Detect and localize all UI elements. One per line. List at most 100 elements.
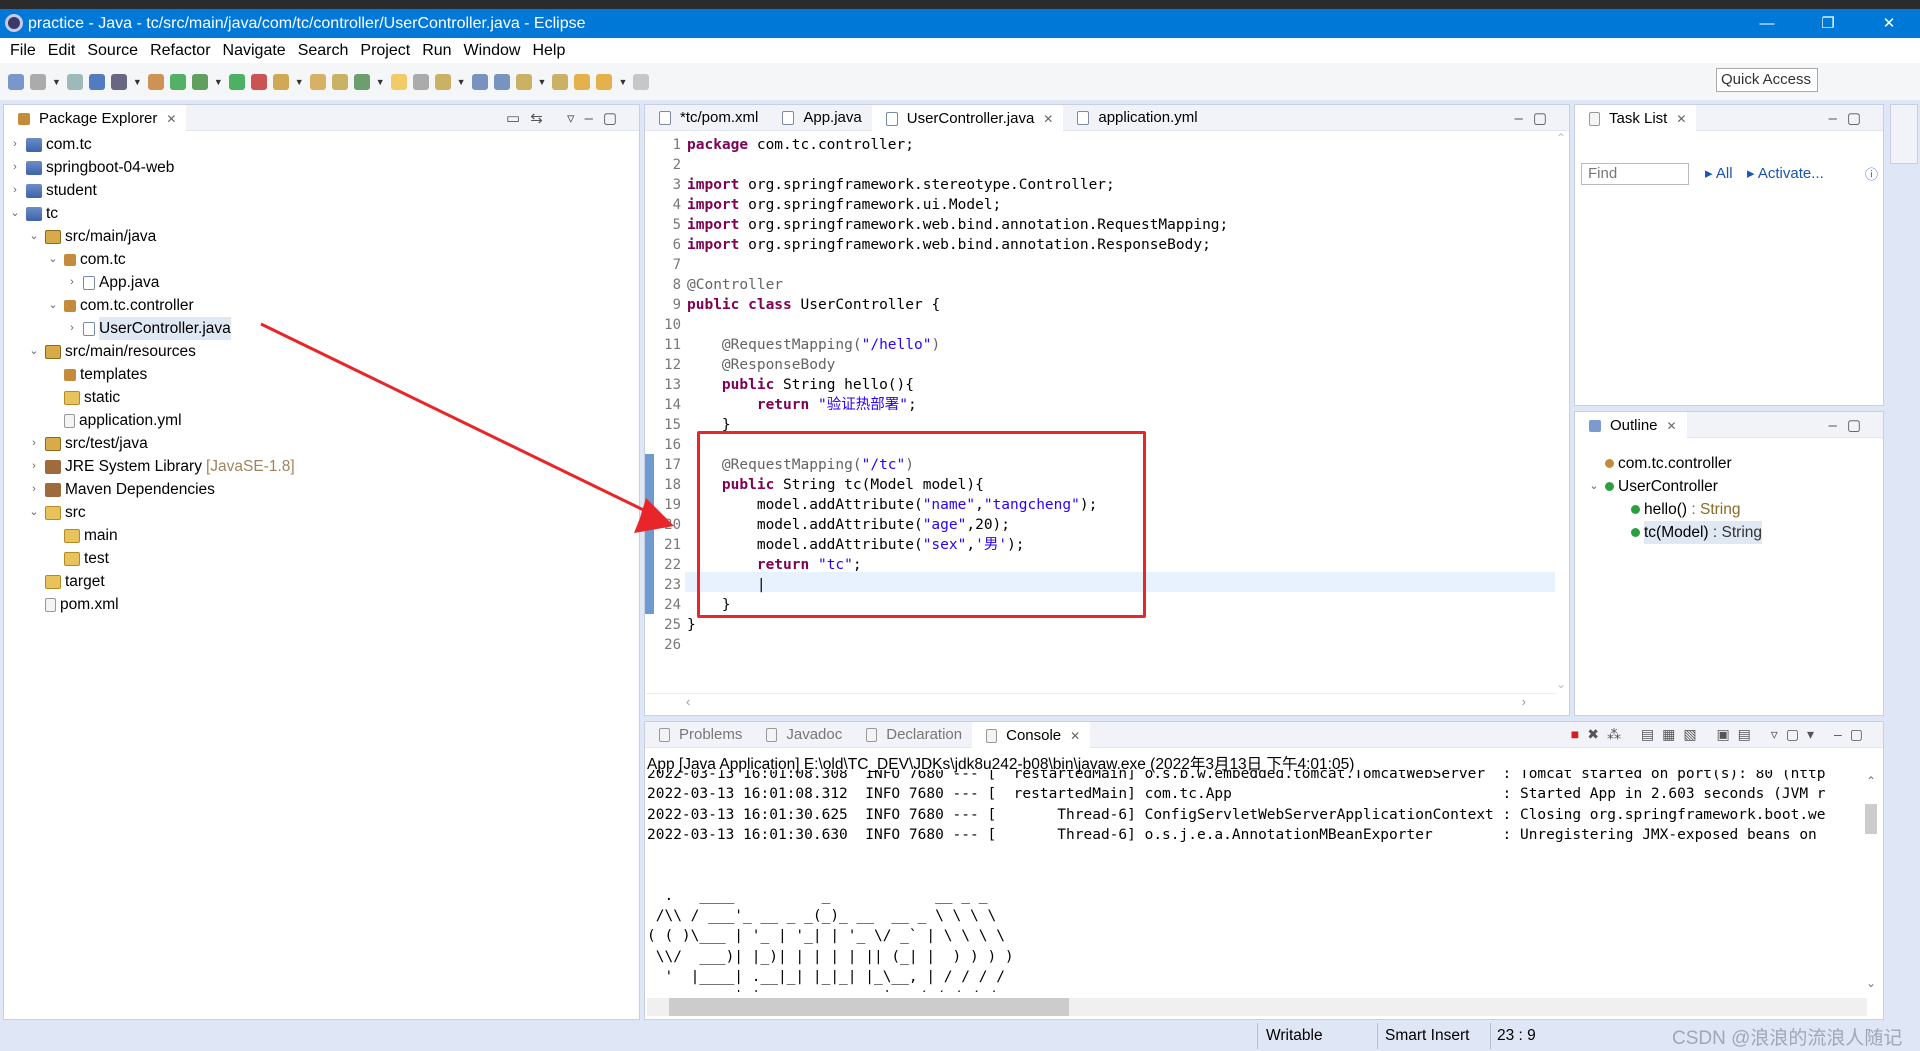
toolbar-button-icon[interactable] [390, 73, 407, 90]
expand-icon[interactable]: › [65, 317, 79, 340]
tree-item[interactable]: ⌄ src/main/java [27, 225, 156, 248]
toolbar-button-icon[interactable] [331, 73, 348, 90]
minimize-button[interactable]: — [1744, 9, 1790, 38]
expand-icon[interactable]: › [8, 156, 22, 179]
tab-outline[interactable]: Outline ✕ [1575, 411, 1687, 439]
right-trim-stack[interactable] [1890, 104, 1918, 164]
panel-controls[interactable]: –▢ [1828, 109, 1871, 127]
toolbar-button-icon[interactable] [88, 73, 105, 90]
outline-item[interactable]: hello() : String [1613, 498, 1741, 521]
tree-item[interactable]: › Maven Dependencies [27, 478, 215, 501]
menu-search[interactable]: Search [292, 38, 355, 63]
tree-item[interactable]: › springboot-04-web [8, 156, 174, 179]
expand-icon[interactable]: › [27, 455, 41, 478]
editor-controls[interactable]: –▢ [1514, 109, 1557, 127]
outline-item[interactable]: com.tc.controller [1587, 452, 1732, 475]
menu-file[interactable]: File [4, 38, 42, 63]
console-toolbar[interactable]: ■✖⁂ ▤▦▧ ▣▤ ▿▢▾ –▢ [1571, 726, 1871, 743]
close-icon[interactable]: ✕ [1043, 106, 1053, 132]
close-icon[interactable]: ✕ [166, 106, 176, 132]
help-icon[interactable]: ⓘ [1865, 164, 1878, 183]
tree-item[interactable]: ⌄ com.tc.controller [46, 294, 193, 317]
collapse-icon[interactable]: ⌄ [8, 202, 22, 225]
horizontal-scrollbar[interactable]: ‹ › [646, 693, 1556, 713]
editor-tab[interactable]: App.java [768, 105, 871, 131]
toolbar-button-icon[interactable] [309, 73, 326, 90]
quick-access-input[interactable]: Quick Access [1716, 68, 1818, 92]
tree-item[interactable]: › App.java [65, 271, 159, 294]
toolbar-button-icon[interactable] [110, 73, 127, 90]
menu-project[interactable]: Project [354, 38, 416, 63]
menu-refactor[interactable]: Refactor [144, 38, 216, 63]
menu-navigate[interactable]: Navigate [217, 38, 292, 63]
console-output[interactable]: 2022-03-13 16:01:08.308 INFO 7680 --- [ … [645, 770, 1865, 992]
dropdown-arrow-icon[interactable]: ▼ [52, 77, 61, 87]
panel-controls[interactable]: –▢ [1828, 416, 1871, 434]
tree-item[interactable]: ⌄ tc [8, 202, 58, 225]
toolbar-button-icon[interactable] [66, 73, 83, 90]
tab-console[interactable]: Console ✕ [972, 721, 1091, 749]
dropdown-arrow-icon[interactable]: ▼ [133, 77, 142, 87]
expand-icon[interactable]: › [27, 432, 41, 455]
toolbar-button-icon[interactable] [633, 73, 650, 90]
dropdown-arrow-icon[interactable]: ▼ [376, 77, 385, 87]
menu-edit[interactable]: Edit [42, 38, 82, 63]
toolbar-button-icon[interactable] [272, 73, 289, 90]
dropdown-arrow-icon[interactable]: ▼ [457, 77, 466, 87]
close-button[interactable]: ✕ [1866, 9, 1912, 38]
collapse-icon[interactable]: ⌄ [46, 294, 60, 317]
dropdown-arrow-icon[interactable]: ▼ [538, 77, 547, 87]
menu-window[interactable]: Window [458, 38, 527, 63]
tree-item[interactable]: › com.tc [8, 133, 92, 156]
collapse-icon[interactable]: ⌄ [27, 501, 41, 524]
menu-run[interactable]: Run [416, 38, 457, 63]
find-input[interactable]: Find [1581, 163, 1689, 185]
toolbar-button-icon[interactable] [169, 73, 186, 90]
collapse-icon[interactable]: ⌄ [46, 248, 60, 271]
all-link[interactable]: ▸ All [1705, 164, 1733, 182]
toolbar-button-icon[interactable] [228, 73, 245, 90]
close-icon[interactable]: ✕ [1667, 413, 1677, 439]
tab-declaration[interactable]: Declaration [852, 722, 972, 748]
dropdown-arrow-icon[interactable]: ▼ [295, 77, 304, 87]
tree-item[interactable]: test [46, 547, 109, 570]
vertical-scrollbar[interactable]: ⌃ ⌄ [1553, 131, 1569, 691]
tree-item[interactable]: › student [8, 179, 97, 202]
expand-icon[interactable]: › [8, 179, 22, 202]
tree-item[interactable]: target [27, 570, 105, 593]
tree-item[interactable]: templates [46, 363, 147, 386]
editor-tab[interactable]: UserController.java ✕ [871, 104, 1064, 132]
toolbar-button-icon[interactable] [30, 73, 46, 90]
close-icon[interactable]: ✕ [1676, 106, 1686, 132]
tree-item[interactable]: ⌄ src/main/resources [27, 340, 196, 363]
toolbar-button-icon[interactable] [191, 73, 208, 90]
toolbar-button-icon[interactable] [471, 73, 488, 90]
tree-item[interactable]: › src/test/java [27, 432, 148, 455]
outline-item[interactable]: tc(Model) : String [1613, 521, 1763, 544]
tree-item[interactable]: main [46, 524, 118, 547]
tab-package-explorer[interactable]: Package Explorer ✕ [4, 104, 187, 132]
toolbar-button-icon[interactable] [493, 73, 510, 90]
console-hscrollbar[interactable] [647, 998, 1867, 1016]
tree-item[interactable]: › UserController.java [65, 317, 231, 340]
toolbar-button-icon[interactable] [434, 73, 451, 90]
view-menu-icons[interactable]: ▭⇆ ▿–▢ [506, 109, 627, 127]
menu-source[interactable]: Source [81, 38, 144, 63]
collapse-icon[interactable]: ⌄ [1587, 475, 1601, 498]
tree-item[interactable]: ⌄ src [27, 501, 85, 524]
expand-icon[interactable]: › [27, 478, 41, 501]
editor-tab[interactable]: *tc/pom.xml [645, 105, 768, 131]
dropdown-arrow-icon[interactable]: ▼ [618, 77, 627, 87]
editor-tab[interactable]: application.yml [1063, 105, 1207, 131]
outline-item[interactable]: ⌄ UserController [1587, 475, 1718, 498]
tree-item[interactable]: › JRE System Library [JavaSE-1.8] [27, 455, 295, 478]
toolbar-button-icon[interactable] [147, 73, 164, 90]
expand-icon[interactable]: › [8, 133, 22, 156]
terminate-icon[interactable]: ■ [1571, 726, 1587, 742]
toolbar-button-icon[interactable] [412, 73, 429, 90]
console-vscrollbar[interactable]: ⌃ ⌄ [1863, 774, 1879, 990]
close-icon[interactable]: ✕ [1070, 723, 1080, 749]
toolbar-button-icon[interactable] [552, 73, 569, 90]
toolbar-button-icon[interactable] [515, 73, 532, 90]
tree-item[interactable]: pom.xml [27, 593, 119, 616]
